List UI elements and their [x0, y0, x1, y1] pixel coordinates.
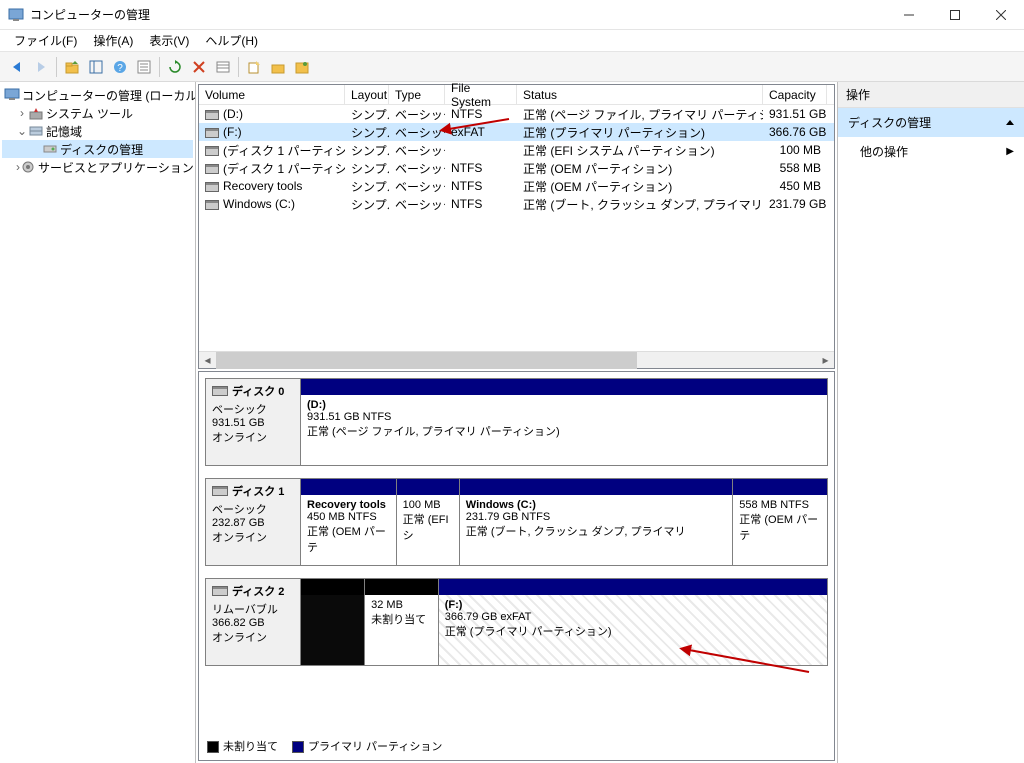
- horizontal-scrollbar[interactable]: ◂ ▸: [199, 351, 834, 368]
- disk-header[interactable]: ディスク 1ベーシック232.87 GBオンライン: [205, 478, 301, 566]
- disk-icon: [212, 386, 228, 396]
- col-layout[interactable]: Layout: [345, 85, 389, 104]
- tree-disk-management[interactable]: ディスクの管理: [2, 140, 193, 158]
- col-type[interactable]: Type: [389, 85, 445, 104]
- expand-icon[interactable]: ›: [16, 106, 28, 120]
- tree-pane: コンピューターの管理 (ローカル) › システム ツール ⌄ 記憶域 ディスクの…: [0, 82, 196, 763]
- partition[interactable]: 32 MB未割り当て: [364, 579, 438, 665]
- volume-row[interactable]: (D:)シンプルベーシックNTFS正常 (ページ ファイル, プライマリ パーテ…: [199, 105, 834, 123]
- disk-header[interactable]: ディスク 0ベーシック931.51 GBオンライン: [205, 378, 301, 466]
- show-hide-button[interactable]: [85, 56, 107, 78]
- volume-icon: [205, 200, 219, 210]
- maximize-button[interactable]: [932, 0, 978, 30]
- minimize-button[interactable]: [886, 0, 932, 30]
- up-button[interactable]: [61, 56, 83, 78]
- services-icon: [20, 159, 36, 175]
- svg-text:?: ?: [117, 63, 123, 74]
- col-filesystem[interactable]: File System: [445, 85, 517, 104]
- action-disk-management[interactable]: ディスクの管理: [838, 108, 1024, 137]
- disk-row: ディスク 2リムーバブル366.82 GBオンライン32 MB未割り当て(F:)…: [205, 578, 828, 666]
- menu-file[interactable]: ファイル(F): [6, 30, 85, 51]
- collapse-icon[interactable]: ⌄: [16, 124, 28, 138]
- partition[interactable]: (D:)931.51 GB NTFS正常 (ページ ファイル, プライマリ パー…: [301, 379, 827, 465]
- disk-header[interactable]: ディスク 2リムーバブル366.82 GBオンライン: [205, 578, 301, 666]
- collapse-icon: [1006, 120, 1014, 125]
- volume-row[interactable]: (F:)シンプルベーシックexFAT正常 (プライマリ パーティション)366.…: [199, 123, 834, 141]
- col-status[interactable]: Status: [517, 85, 763, 104]
- disk-graphical-view: ディスク 0ベーシック931.51 GBオンライン(D:)931.51 GB N…: [198, 371, 835, 761]
- volume-list-header: Volume Layout Type File System Status Ca…: [199, 85, 834, 105]
- volume-icon: [205, 128, 219, 138]
- forward-button[interactable]: [30, 56, 52, 78]
- volume-row[interactable]: (ディスク 1 パーティション 2)シンプルベーシック正常 (EFI システム …: [199, 141, 834, 159]
- partition[interactable]: (F:)366.79 GB exFAT正常 (プライマリ パーティション): [438, 579, 827, 665]
- scroll-left-icon[interactable]: ◂: [199, 352, 216, 369]
- title-bar: コンピューターの管理: [0, 0, 1024, 30]
- menu-bar: ファイル(F) 操作(A) 表示(V) ヘルプ(H): [0, 30, 1024, 52]
- partition[interactable]: Windows (C:)231.79 GB NTFS正常 (ブート, クラッシュ…: [459, 479, 733, 565]
- partition[interactable]: [301, 579, 364, 665]
- storage-icon: [28, 123, 44, 139]
- volume-icon: [205, 146, 219, 156]
- actions-header: 操作: [838, 82, 1024, 108]
- properties-button[interactable]: [133, 56, 155, 78]
- volume-list: Volume Layout Type File System Status Ca…: [198, 84, 835, 369]
- center-pane: Volume Layout Type File System Status Ca…: [196, 82, 838, 763]
- settings-button[interactable]: [291, 56, 313, 78]
- disk-mgmt-icon: [42, 141, 58, 157]
- new-button[interactable]: [243, 56, 265, 78]
- volume-row[interactable]: Recovery toolsシンプルベーシックNTFS正常 (OEM パーティシ…: [199, 177, 834, 195]
- menu-action[interactable]: 操作(A): [85, 30, 141, 51]
- legend: 未割り当て プライマリ パーティション: [207, 738, 442, 754]
- help-button[interactable]: ?: [109, 56, 131, 78]
- volume-row[interactable]: (ディスク 1 パーティション 5)シンプルベーシックNTFS正常 (OEM パ…: [199, 159, 834, 177]
- menu-help[interactable]: ヘルプ(H): [197, 30, 266, 51]
- open-button[interactable]: [267, 56, 289, 78]
- legend-swatch-primary: [292, 741, 304, 753]
- window-title: コンピューターの管理: [30, 6, 886, 23]
- tree-system-tools[interactable]: › システム ツール: [2, 104, 193, 122]
- tools-icon: [28, 105, 44, 121]
- disk-row: ディスク 0ベーシック931.51 GBオンライン(D:)931.51 GB N…: [205, 378, 828, 466]
- tree-storage[interactable]: ⌄ 記憶域: [2, 122, 193, 140]
- disk-partitions: (D:)931.51 GB NTFS正常 (ページ ファイル, プライマリ パー…: [301, 378, 828, 466]
- col-volume[interactable]: Volume: [199, 85, 345, 104]
- toolbar: ?: [0, 52, 1024, 82]
- refresh-button[interactable]: [164, 56, 186, 78]
- volume-icon: [205, 164, 219, 174]
- disk-partitions: 32 MB未割り当て(F:)366.79 GB exFAT正常 (プライマリ パ…: [301, 578, 828, 666]
- tree-root[interactable]: コンピューターの管理 (ローカル): [2, 86, 193, 104]
- menu-view[interactable]: 表示(V): [141, 30, 197, 51]
- partition[interactable]: 558 MB NTFS正常 (OEM パーテ: [732, 479, 827, 565]
- delete-button[interactable]: [188, 56, 210, 78]
- disk-row: ディスク 1ベーシック232.87 GBオンラインRecovery tools4…: [205, 478, 828, 566]
- col-capacity[interactable]: Capacity: [763, 85, 827, 104]
- list-button[interactable]: [212, 56, 234, 78]
- disk-partitions: Recovery tools450 MB NTFS正常 (OEM パーテ100 …: [301, 478, 828, 566]
- chevron-right-icon: ▶: [1006, 146, 1014, 157]
- actions-pane: 操作 ディスクの管理 他の操作 ▶: [838, 82, 1024, 763]
- computer-icon: [4, 87, 20, 103]
- disk-icon: [212, 586, 228, 596]
- volume-icon: [205, 182, 219, 192]
- tree-services[interactable]: › サービスとアプリケーション: [2, 158, 193, 176]
- legend-swatch-unallocated: [207, 741, 219, 753]
- partition[interactable]: 100 MB正常 (EFI シ: [396, 479, 459, 565]
- action-other[interactable]: 他の操作 ▶: [838, 137, 1024, 166]
- partition[interactable]: Recovery tools450 MB NTFS正常 (OEM パーテ: [301, 479, 396, 565]
- volume-row[interactable]: Windows (C:)シンプルベーシックNTFS正常 (ブート, クラッシュ …: [199, 195, 834, 213]
- volume-icon: [205, 110, 219, 120]
- app-icon: [8, 7, 24, 23]
- disk-icon: [212, 486, 228, 496]
- close-button[interactable]: [978, 0, 1024, 30]
- back-button[interactable]: [6, 56, 28, 78]
- scroll-right-icon[interactable]: ▸: [817, 352, 834, 369]
